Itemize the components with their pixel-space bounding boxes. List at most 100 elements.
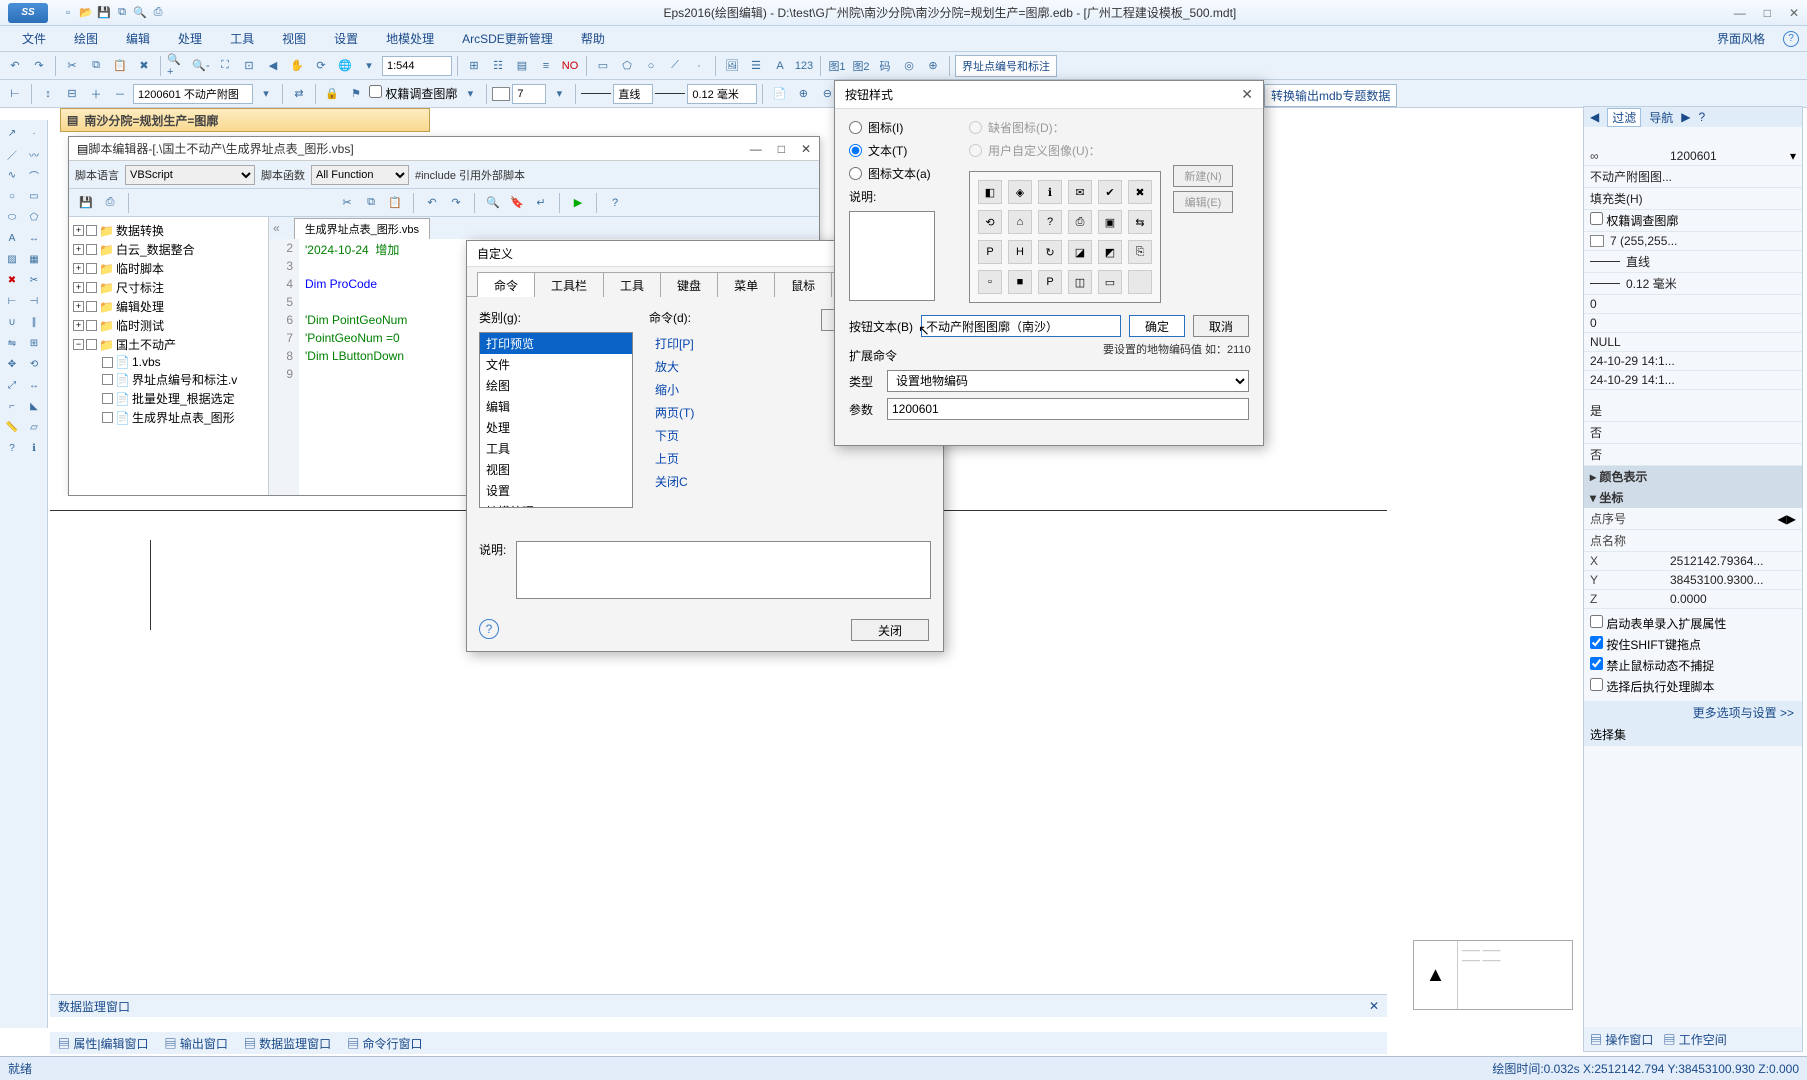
script-close-button[interactable]: ✕ (801, 142, 811, 156)
layer-icon[interactable]: ☷ (487, 55, 509, 77)
filter-icon[interactable]: ≡ (535, 55, 557, 77)
customize-tab[interactable]: 鼠标 (774, 272, 832, 297)
rp-seq-next-icon[interactable]: ▶ (1787, 512, 1796, 526)
rp-next-icon[interactable]: ▶ (1681, 110, 1690, 124)
swap-icon[interactable]: ⇄ (288, 83, 310, 105)
radio-text-only[interactable] (849, 144, 862, 157)
copy-icon[interactable]: ⧉ (85, 55, 107, 77)
side-join-icon[interactable]: ∪ (2, 313, 22, 331)
save-icon[interactable]: 💾 (96, 5, 112, 21)
icon-picker-item[interactable]: ▭ (1098, 270, 1122, 294)
rp-z-value[interactable]: 0.0000 (1670, 592, 1796, 606)
bsd-param-input[interactable] (887, 398, 1249, 420)
tree-item[interactable]: +📁编辑处理 (73, 297, 264, 316)
menu-help[interactable]: 帮助 (567, 26, 619, 51)
icon-picker-item[interactable]: ▣ (1098, 210, 1122, 234)
rp-tab-workspace[interactable]: ▤ 工作空间 (1663, 1031, 1726, 1048)
globe-icon[interactable]: 🌐 (334, 55, 356, 77)
data-monitor-close-icon[interactable]: ✕ (1369, 999, 1379, 1013)
side-dim-icon[interactable]: ↔ (24, 229, 44, 247)
menu-arcsde[interactable]: ArcSDE更新管理 (448, 26, 567, 51)
menu-terrain[interactable]: 地模处理 (372, 26, 448, 51)
select-line-icon[interactable]: ⟋ (664, 55, 686, 77)
customize-tab[interactable]: 键盘 (660, 272, 718, 297)
dropdown2-icon[interactable]: ▾ (459, 83, 481, 105)
new-icon[interactable]: ▫ (60, 5, 76, 21)
rp-filter-button[interactable]: 过滤 (1607, 108, 1641, 127)
output-mdb-button[interactable]: 转换输出mdb专题数据 (1264, 84, 1397, 107)
rp-x-value[interactable]: 2512142.79364... (1670, 554, 1796, 568)
saveall-icon[interactable]: ⧉ (114, 5, 130, 21)
zoom-window-icon[interactable]: ⛶ (214, 55, 236, 77)
menu-ui-style[interactable]: 界面风格 (1707, 26, 1775, 51)
side-area-icon[interactable]: ▱ (24, 418, 44, 436)
rp-code-dropdown-icon[interactable]: ▾ (1790, 149, 1796, 163)
customize-close-button[interactable]: 关闭 (851, 619, 929, 641)
rp-y-value[interactable]: 38453100.9300... (1670, 573, 1796, 587)
command-item[interactable]: 放大 (649, 355, 805, 378)
select-circle-icon[interactable]: ○ (640, 55, 662, 77)
category-item[interactable]: 视图 (480, 459, 632, 480)
command-item[interactable]: 关闭C (649, 470, 805, 493)
maximize-button[interactable]: □ (1764, 6, 1771, 20)
cut-icon[interactable]: ✂ (61, 55, 83, 77)
side-scale-icon[interactable]: ⤢ (2, 376, 22, 394)
script-redo-icon[interactable]: ↷ (445, 192, 467, 214)
select-point-icon[interactable]: · (688, 55, 710, 77)
side-polygon-icon[interactable]: ⬠ (24, 208, 44, 226)
tree-item[interactable]: +📁尺寸标注 (73, 278, 264, 297)
rp-code-value[interactable]: 1200601 (1670, 149, 1790, 163)
open-icon[interactable]: 📂 (78, 5, 94, 21)
bsd-type-select[interactable]: 设置地物编码 (887, 370, 1249, 392)
line-weight-input[interactable] (687, 84, 757, 104)
menu-tools[interactable]: 工具 (216, 26, 268, 51)
dropdown-icon[interactable]: ▾ (255, 83, 277, 105)
lock-icon[interactable]: 🔒 (321, 83, 343, 105)
spin-value[interactable] (512, 84, 546, 104)
side-ellipse-icon[interactable]: ⬭ (2, 208, 22, 226)
spin-dropdown-icon[interactable]: ▾ (548, 83, 570, 105)
tree-item[interactable]: +📁数据转换 (73, 221, 264, 240)
icon-picker-item[interactable]: ■ (1008, 270, 1032, 294)
no-icon[interactable]: NO (559, 55, 581, 77)
bsd-close-icon[interactable]: ✕ (1241, 86, 1253, 103)
side-array-icon[interactable]: ⊞ (24, 334, 44, 352)
zoom-prev-icon[interactable]: ◀ (262, 55, 284, 77)
side-stretch-icon[interactable]: ↔ (24, 376, 44, 394)
icon-picker-item[interactable]: ⎘ (1128, 240, 1152, 264)
paste-icon[interactable]: 📋 (109, 55, 131, 77)
icon-picker-item[interactable]: ◈ (1008, 180, 1032, 204)
icon-picker-item[interactable]: P (978, 240, 1002, 264)
minimize-button[interactable]: — (1734, 6, 1746, 20)
remove-icon[interactable]: － (109, 83, 131, 105)
script-print-icon[interactable]: ⎙ (99, 192, 121, 214)
rp-tab-operation[interactable]: ▤ 操作窗口 (1590, 1031, 1653, 1048)
script-help-icon[interactable]: ? (604, 192, 626, 214)
script-tab[interactable]: 生成界址点表_图形.vbs (294, 218, 430, 239)
radio-icon-only[interactable] (849, 121, 862, 134)
category-item[interactable]: 文件 (480, 354, 632, 375)
rp-checkbox[interactable]: 按住SHIFT键拖点 (1590, 634, 1796, 655)
bsd-ok-button[interactable]: 确定 (1129, 315, 1185, 337)
side-rect-icon[interactable]: ▭ (24, 187, 44, 205)
delete-icon[interactable]: ✖ (133, 55, 155, 77)
grid-icon[interactable]: ⊞ (463, 55, 485, 77)
command-listbox[interactable]: 打印[P]放大缩小两页(T)下页上页关闭C (649, 332, 805, 508)
icon-picker-item[interactable]: ? (1038, 210, 1062, 234)
redo-icon[interactable]: ↷ (28, 55, 50, 77)
side-block-icon[interactable]: ▦ (24, 250, 44, 268)
script-lang-select[interactable]: VBScript (125, 165, 255, 185)
rp-checkbox[interactable]: 选择后执行处理脚本 (1590, 676, 1796, 697)
zoom-in-icon[interactable]: 🔍+ (166, 55, 188, 77)
overview-map[interactable]: ▲ —— ———— —— (1413, 940, 1573, 1010)
tree-item[interactable]: +📁临时测试 (73, 316, 264, 335)
side-hatch-icon[interactable]: ▨ (2, 250, 22, 268)
line-style-input[interactable] (613, 84, 653, 104)
value-icon[interactable]: 123 (793, 55, 815, 77)
category-item[interactable]: 编辑 (480, 396, 632, 417)
tree-item[interactable]: 📄界址点编号和标注.v (73, 370, 264, 389)
icon-picker-item[interactable]: ◫ (1068, 270, 1092, 294)
icon-picker-item[interactable]: ⇆ (1128, 210, 1152, 234)
rp-more-button[interactable]: 更多选项与设置 >> (1584, 701, 1802, 724)
category-item[interactable]: 地模处理 (480, 501, 632, 508)
